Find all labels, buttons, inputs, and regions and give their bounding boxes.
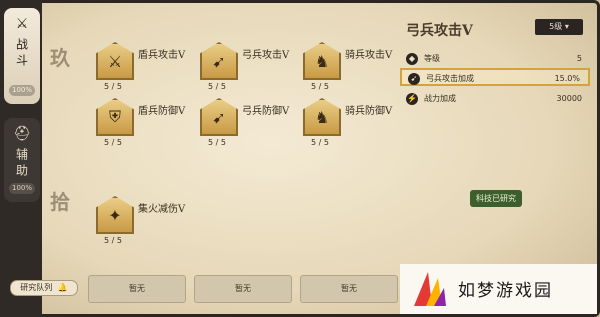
crossed-swords-icon: ⚔ (15, 16, 29, 32)
tab-support-percent: 100% (9, 183, 35, 194)
queue-slot-2[interactable]: 暂无 (194, 275, 292, 303)
skill-name: 盾兵防御V (138, 106, 186, 117)
skill-level: 5 / 5 (104, 236, 122, 245)
chevron-down-icon: ▾ (564, 22, 569, 31)
sidebar: ⚔ 战斗 100% ⛑ 辅助 100% (0, 0, 42, 317)
watermark-text: 如梦游戏园 (458, 281, 553, 301)
bow-icon: ➹ (408, 73, 420, 85)
shield-icon: ⛨ (96, 98, 134, 136)
stat-value: 15.0% (554, 74, 580, 83)
bow-icon: ➹ (200, 42, 238, 80)
tab-battle-percent: 100% (9, 85, 35, 96)
helmet-icon: ⛑ (13, 126, 31, 142)
tab-support[interactable]: ⛑ 辅助 100% (4, 118, 40, 202)
skill-level: 5 / 5 (208, 82, 226, 91)
tier-10-marker: 拾 (50, 190, 70, 214)
tab-battle-label: 战斗 (14, 38, 29, 70)
skill-name: 盾兵攻击V (138, 50, 186, 61)
research-queue-text: 研究队列 (20, 283, 53, 292)
stat-label: 弓兵攻击加成 (426, 74, 474, 83)
skill-focus-damage-reduction[interactable]: ✦ 集火减伤V 5 / 5 (96, 196, 286, 246)
skill-level: 5 / 5 (311, 138, 329, 147)
research-queue-label[interactable]: 研究队列 🔔 (10, 280, 78, 296)
shield-sword-icon: ⚔ (96, 42, 134, 80)
sail-logo-icon (414, 272, 446, 306)
detail-title: 弓兵攻击V (406, 23, 473, 39)
tab-support-label: 辅助 (14, 148, 29, 180)
stat-value: 5 (576, 54, 582, 63)
bell-icon: 🔔 (57, 283, 68, 292)
skill-name: 集火减伤V (138, 204, 186, 215)
tab-battle[interactable]: ⚔ 战斗 100% (4, 8, 40, 104)
stat-label: 等级 (424, 54, 440, 63)
stat-row-archer-attack-bonus: ➹ 弓兵攻击加成 15.0% (400, 68, 590, 86)
stat-value: 30000 (556, 94, 582, 103)
skill-level: 5 / 5 (104, 82, 122, 91)
skill-level: 5 / 5 (104, 138, 122, 147)
researched-status-badge: 科技已研究 (470, 190, 522, 207)
fire-dragon-icon: ✦ (96, 196, 134, 234)
bow-shield-icon: ➹ (200, 98, 238, 136)
level-select[interactable]: 5级 ▾ (535, 19, 583, 35)
tier-9-marker: 玖 (50, 46, 70, 70)
queue-slot-1[interactable]: 暂无 (88, 275, 186, 303)
stat-label: 战力加成 (424, 94, 456, 103)
skill-name: 骑兵攻击V (345, 50, 393, 61)
watermark: 如梦游戏园 (400, 264, 597, 314)
power-icon: ⚡ (406, 93, 418, 105)
skill-name: 弓兵攻击V (242, 50, 290, 61)
stat-row-power-bonus: ⚡ 战力加成 30000 (400, 90, 590, 108)
level-icon: ◆ (406, 53, 418, 65)
skill-name: 弓兵防御V (242, 106, 290, 117)
level-select-value: 5级 (549, 22, 563, 31)
horse-shield-icon: ♞ (303, 98, 341, 136)
stat-row-level: ◆ 等级 5 (400, 50, 590, 68)
horse-icon: ♞ (303, 42, 341, 80)
skill-name: 骑兵防御V (345, 106, 393, 117)
skill-level: 5 / 5 (311, 82, 329, 91)
queue-slot-3[interactable]: 暂无 (300, 275, 398, 303)
skill-level: 5 / 5 (208, 138, 226, 147)
